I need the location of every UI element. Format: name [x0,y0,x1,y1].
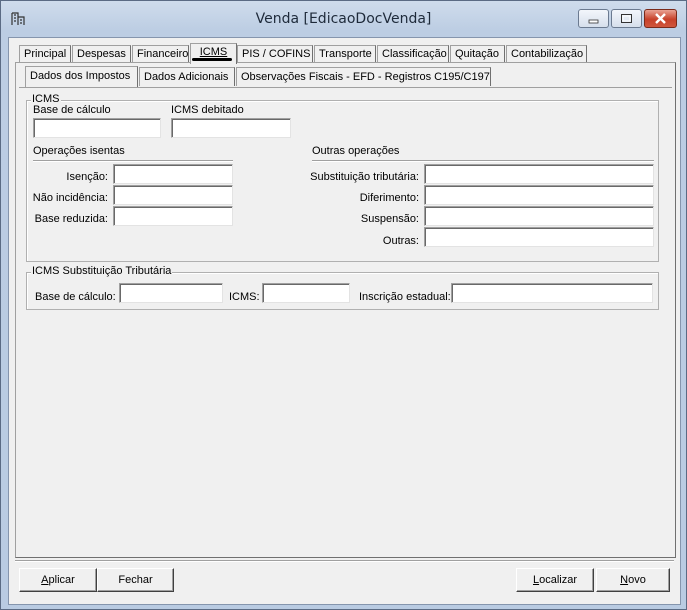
tab-classificacao[interactable]: Classificação [377,45,449,63]
st-base-calculo-label: Base de cálculo: [35,291,116,303]
close-button[interactable] [644,9,677,28]
subtab-panel: ICMS Base de cálculo ICMS debitado Opera… [19,87,672,554]
substituicao-input[interactable] [424,164,654,184]
subtab-dados-adicionais[interactable]: Dados Adicionais [139,67,235,86]
inscricao-estadual-label: Inscrição estadual: [359,291,451,303]
subtab-observacoes-fiscais[interactable]: Observações Fiscais - EFD - Registros C1… [236,67,491,86]
maximize-icon [621,14,632,23]
title-bar[interactable]: Venda [EdicaoDocVenda] [1,1,686,37]
base-calculo-input[interactable] [33,118,161,138]
base-reduzida-input[interactable] [113,206,233,226]
client-area: Principal Despesas Financeiro ICMS PIS /… [8,37,681,605]
st-icms-input[interactable] [262,283,350,303]
localizar-button[interactable]: Localizar [516,568,594,592]
st-base-calculo-input[interactable] [119,283,223,303]
outras-operacoes-title: Outras operações [312,145,400,157]
novo-button[interactable]: Novo [596,568,670,592]
icms-st-legend: ICMS Substituição Tributária [31,265,173,277]
icms-st-group: ICMS Substituição Tributária Base de cál… [26,265,659,310]
tab-pis-cofins[interactable]: PIS / COFINS [237,45,313,63]
outras-operacoes-divider [312,160,654,162]
tab-financeiro[interactable]: Financeiro [132,45,189,63]
isencao-input[interactable] [113,164,233,184]
operacoes-isentas-divider [33,160,233,162]
outras-input[interactable] [424,227,654,247]
tab-transporte[interactable]: Transporte [314,45,376,63]
nao-incidencia-label: Não incidência: [32,192,108,204]
inscricao-estadual-input[interactable] [451,283,653,303]
tab-panel-icms: Dados dos Impostos Dados Adicionais Obse… [15,62,676,558]
base-reduzida-label: Base reduzida: [34,213,108,225]
diferimento-label: Diferimento: [359,192,419,204]
suspensao-label: Suspensão: [360,213,419,225]
close-icon [655,13,666,24]
isencao-label: Isenção: [66,171,108,183]
operacoes-isentas-title: Operações isentas [33,145,125,157]
window: Venda [EdicaoDocVenda] Principal Despesa… [0,0,687,610]
fechar-button[interactable]: Fechar [97,568,174,592]
icms-group: ICMS Base de cálculo ICMS debitado Opera… [26,93,659,262]
tab-quitacao[interactable]: Quitação [450,45,505,63]
subtab-dados-impostos[interactable]: Dados dos Impostos [25,66,138,87]
tab-principal[interactable]: Principal [19,45,71,63]
diferimento-input[interactable] [424,185,654,205]
tab-contabilizacao[interactable]: Contabilização [506,45,587,63]
nao-incidencia-input[interactable] [113,185,233,205]
minimize-icon [588,19,599,24]
minimize-button[interactable] [578,9,609,28]
icms-debitado-label: ICMS debitado [171,104,244,116]
substituicao-label: Substituição tributária: [310,171,419,183]
st-icms-label: ICMS: [229,291,260,303]
icms-debitado-input[interactable] [171,118,291,138]
buttons-divider [15,560,674,562]
aplicar-button[interactable]: Aplicar [19,568,97,592]
base-calculo-label: Base de cálculo [33,104,111,116]
tab-despesas[interactable]: Despesas [72,45,131,63]
outras-label: Outras: [382,235,419,247]
tab-icms-indicator [192,58,232,61]
suspensao-input[interactable] [424,206,654,226]
maximize-button[interactable] [611,9,642,28]
